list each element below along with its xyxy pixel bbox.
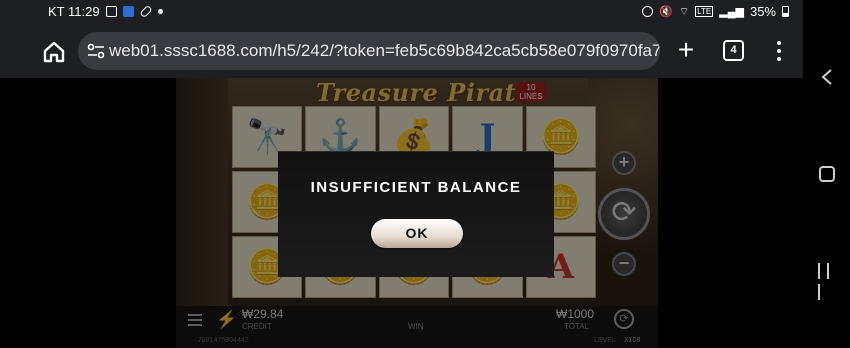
new-tab-button[interactable]: + [673, 36, 699, 66]
url-text[interactable]: web01.sssc1688.com/h5/242/?token=feb5c69… [109, 41, 660, 61]
battery-icon [782, 6, 789, 17]
home-nav-button[interactable] [819, 166, 835, 182]
link-icon [138, 4, 153, 19]
site-settings-icon[interactable] [86, 42, 106, 60]
carrier-time: KT 11:29 [48, 4, 100, 19]
recents-bar-icon [818, 284, 820, 300]
recents-bar-icon [818, 263, 820, 279]
status-bar: KT 11:29 🔇 ⌔ LTE ▂▄▆ 35% [0, 0, 803, 26]
tab-switcher-button[interactable]: 4 [723, 40, 744, 61]
ok-button[interactable]: OK [371, 219, 463, 248]
app-icon [122, 6, 134, 17]
system-nav-bar [803, 0, 850, 348]
home-icon [43, 41, 65, 63]
home-button[interactable] [40, 38, 68, 66]
menu-dot-icon [777, 57, 781, 61]
wifi-icon: ⌔ [678, 5, 690, 18]
status-left: KT 11:29 [48, 4, 163, 19]
dialog-title: INSUFFICIENT BALANCE [310, 179, 522, 196]
address-bar[interactable]: web01.sssc1688.com/h5/242/?token=feb5c69… [78, 32, 660, 70]
mute-icon: 🔇 [659, 6, 673, 18]
menu-dot-icon [777, 49, 781, 53]
gallery-icon [105, 6, 117, 17]
menu-dot-icon [777, 41, 781, 45]
alarm-icon [642, 6, 654, 17]
back-button[interactable] [820, 68, 834, 86]
signal-icon: ▂▄▆ [719, 6, 744, 18]
notification-dot-icon [157, 9, 163, 14]
volte-icon: LTE [695, 6, 714, 17]
recents-bar-icon [827, 263, 830, 279]
insufficient-balance-dialog: INSUFFICIENT BALANCE OK [278, 151, 554, 277]
recents-button[interactable] [818, 263, 836, 300]
status-right: 🔇 ⌔ LTE ▂▄▆ 35% [642, 4, 789, 19]
more-menu-button[interactable] [771, 40, 787, 62]
battery-percent: 35% [749, 4, 776, 19]
browser-toolbar: web01.sssc1688.com/h5/242/?token=feb5c69… [0, 26, 803, 78]
